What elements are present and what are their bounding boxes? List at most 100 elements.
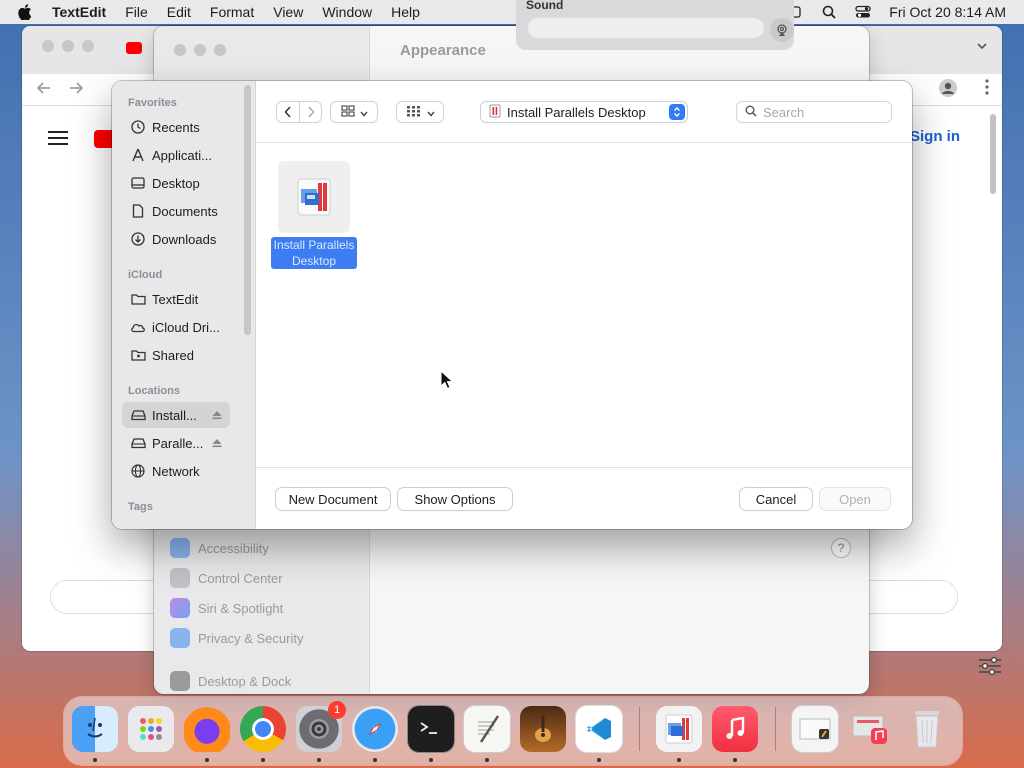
desktop-icon — [130, 175, 146, 191]
control-center-icon[interactable] — [855, 4, 871, 20]
location-popup[interactable]: Install Parallels Desktop — [480, 101, 688, 123]
safari-dock-icon[interactable] — [352, 706, 398, 752]
control-center-settings-icon — [170, 568, 190, 588]
volume-slider[interactable] — [528, 18, 764, 38]
vscode-dock-icon[interactable] — [576, 706, 622, 752]
running-indicator — [93, 758, 97, 762]
settings-item-control-center[interactable]: Control Center — [170, 568, 283, 588]
sidebar-item-parallels-volume[interactable]: Paralle... — [122, 430, 230, 456]
filter-sliders-icon[interactable] — [978, 656, 1002, 679]
textedit-dock-icon[interactable] — [464, 706, 510, 752]
forward-arrow-icon[interactable] — [68, 80, 84, 99]
firefox-dock-icon[interactable] — [184, 706, 230, 752]
settings-item-accessibility[interactable]: Accessibility — [170, 538, 269, 558]
more-options-icon[interactable] — [984, 78, 990, 99]
forward-chevron-icon[interactable] — [299, 102, 321, 122]
finder-dock-icon[interactable] — [72, 706, 118, 752]
group-view-button[interactable] — [396, 101, 444, 123]
mouse-pointer-icon — [440, 369, 454, 393]
sidebar-item-recents[interactable]: Recents — [122, 114, 230, 140]
menu-help[interactable]: Help — [391, 4, 420, 20]
help-button[interactable]: ? — [831, 538, 851, 558]
chevron-down-icon[interactable] — [976, 40, 988, 55]
new-document-button[interactable]: New Document — [276, 488, 390, 510]
disk-icon — [130, 435, 146, 451]
sidebar-item-applications[interactable]: Applicati... — [122, 142, 230, 168]
recent-apps-stack-icon[interactable] — [848, 706, 894, 752]
garageband-dock-icon[interactable] — [520, 706, 566, 752]
menu-format[interactable]: Format — [210, 4, 254, 20]
music-dock-icon[interactable] — [712, 706, 758, 752]
file-item-install-parallels[interactable]: Install Parallels Desktop — [268, 161, 360, 269]
show-options-button[interactable]: Show Options — [398, 488, 512, 510]
search-field[interactable]: Search — [736, 101, 892, 123]
sidebar-scrollbar[interactable] — [244, 85, 251, 335]
clock-icon — [130, 119, 146, 135]
sign-in-link[interactable]: Sign in — [910, 128, 960, 145]
section-tags: Tags — [128, 501, 153, 513]
profile-avatar-icon[interactable] — [938, 78, 958, 101]
icon-view-button[interactable] — [330, 101, 378, 123]
menu-window[interactable]: Window — [322, 4, 372, 20]
accessibility-icon — [170, 538, 190, 558]
menu-view[interactable]: View — [273, 4, 303, 20]
back-chevron-icon[interactable] — [277, 102, 299, 122]
apple-icon[interactable] — [18, 4, 38, 20]
location-popup-label: Install Parallels Desktop — [507, 104, 646, 120]
volume-icon — [489, 104, 501, 121]
search-placeholder: Search — [763, 104, 805, 120]
sidebar-item-label: iCloud Dri... — [152, 319, 220, 335]
file-browser-area[interactable]: Install Parallels Desktop — [256, 143, 912, 467]
sidebar-item-documents[interactable]: Documents — [122, 198, 230, 224]
downloads-stack-icon[interactable] — [792, 706, 838, 752]
settings-window-controls — [174, 44, 226, 56]
running-indicator — [261, 758, 265, 762]
menu-file[interactable]: File — [125, 4, 148, 20]
dock-separator — [639, 707, 640, 751]
settings-item-label: Desktop & Dock — [198, 673, 292, 689]
chrome-dock-icon[interactable] — [240, 706, 286, 752]
eject-icon[interactable] — [212, 408, 222, 423]
sidebar-item-install-volume[interactable]: Install... — [122, 402, 230, 428]
settings-item-desktop-dock[interactable]: Desktop & Dock — [170, 671, 291, 691]
search-icon — [745, 105, 757, 120]
launchpad-dock-icon[interactable] — [128, 706, 174, 752]
browser-scrollbar[interactable] — [990, 114, 996, 194]
file-name-line-2: Desktop — [291, 254, 336, 268]
clock-datetime[interactable]: Fri Oct 20 8:14 AM — [889, 4, 1006, 20]
sidebar-item-textedit[interactable]: TextEdit — [122, 286, 230, 312]
running-indicator — [597, 758, 601, 762]
youtube-tab-icon[interactable] — [126, 42, 142, 54]
settings-item-label: Control Center — [198, 570, 283, 586]
menu-app-name[interactable]: TextEdit — [52, 4, 106, 20]
sidebar-item-network[interactable]: Network — [122, 458, 230, 484]
sidebar-item-downloads[interactable]: Downloads — [122, 226, 230, 252]
menu-edit[interactable]: Edit — [167, 4, 191, 20]
settings-item-siri[interactable]: Siri & Spotlight — [170, 598, 283, 618]
search-icon[interactable] — [821, 4, 837, 20]
sidebar-item-icloud-drive[interactable]: iCloud Dri... — [122, 314, 230, 340]
terminal-dock-icon[interactable] — [408, 706, 454, 752]
trash-icon[interactable] — [904, 706, 950, 752]
sidebar-item-label: Downloads — [152, 231, 217, 247]
dialog-button-bar: New Document Show Options Cancel Open — [256, 467, 912, 529]
sidebar-item-shared[interactable]: Shared — [122, 342, 230, 368]
open-button[interactable]: Open — [820, 488, 890, 510]
eject-icon[interactable] — [212, 436, 222, 451]
airplay-icon[interactable] — [770, 18, 794, 42]
running-indicator — [205, 758, 209, 762]
settings-item-privacy[interactable]: Privacy & Security — [170, 628, 303, 648]
globe-icon — [130, 463, 146, 479]
hamburger-menu-icon[interactable] — [48, 130, 68, 149]
shared-folder-icon — [130, 347, 146, 363]
cancel-button[interactable]: Cancel — [740, 488, 812, 510]
sidebar-item-label: TextEdit — [152, 291, 199, 307]
chevron-down-icon — [426, 105, 435, 120]
group-grid-icon — [406, 105, 422, 120]
sidebar-item-label: Install... — [152, 407, 197, 423]
running-indicator — [429, 758, 433, 762]
document-icon — [130, 203, 146, 219]
sidebar-item-desktop[interactable]: Desktop — [122, 170, 230, 196]
back-arrow-icon[interactable] — [36, 80, 52, 99]
parallels-installer-dock-icon[interactable] — [656, 706, 702, 752]
